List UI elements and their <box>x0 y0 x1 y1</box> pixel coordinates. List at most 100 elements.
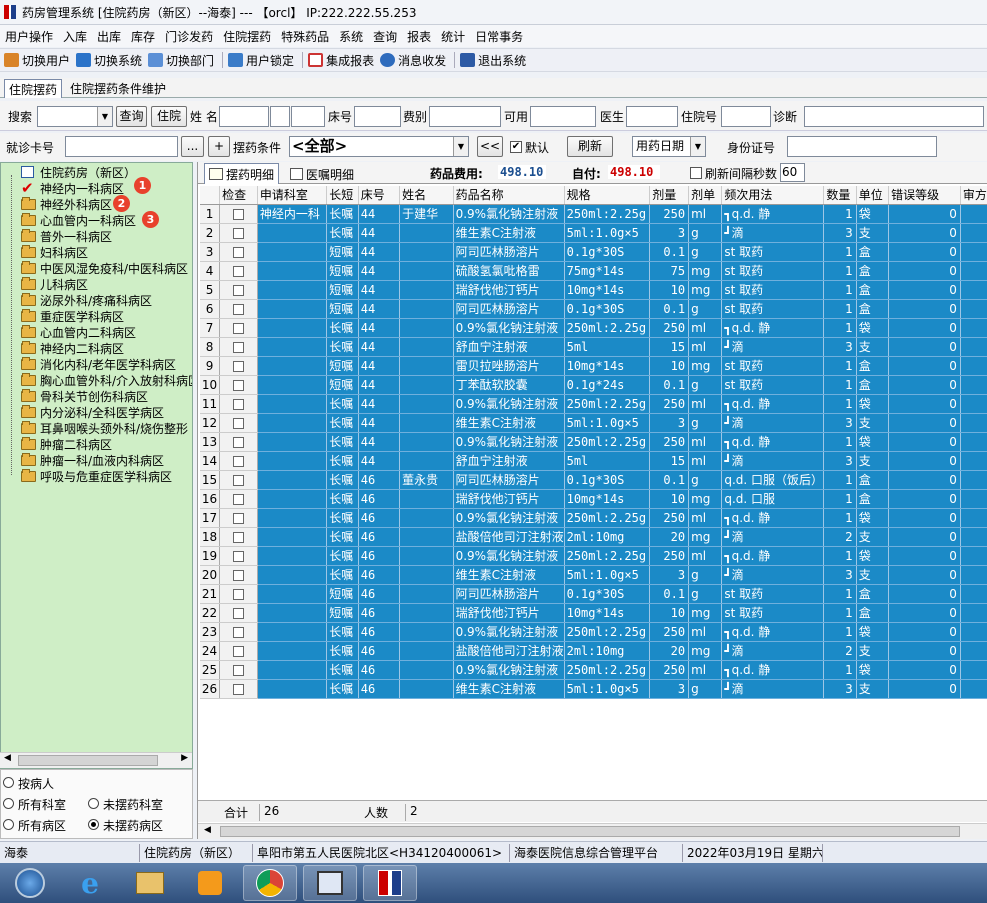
refresh-interval-input[interactable]: 60 <box>780 163 805 182</box>
doctor-input[interactable] <box>626 106 678 127</box>
not-ward-radio[interactable] <box>88 819 99 830</box>
default-checkbox[interactable]: ✔ <box>510 141 522 153</box>
menu-inbound[interactable]: 入库 <box>58 28 92 45</box>
table-row[interactable]: 14 长嘱 44 舒血宁注射液 5ml 15 ml ┛滴 3 支 0 <box>200 451 987 471</box>
table-row[interactable]: 22 短嘱 46 瑞舒伐他汀钙片 10mg*14s 10 mg st 取药 1 盒 0 <box>200 603 987 623</box>
table-row[interactable]: 7 长嘱 44 0.9%氯化钠注射液 250ml:2.25g 250 ml ┓q.d. 静1袋… <box>200 318 987 338</box>
tree-item[interactable]: 胸心血管外科/介入放射科病区 <box>21 372 192 388</box>
message-button[interactable]: 消息收发 <box>380 52 446 69</box>
switch-department-button[interactable]: 切换部门 <box>148 52 214 69</box>
menu-daily-affairs[interactable]: 日常事务 <box>470 28 528 45</box>
row-checkbox[interactable] <box>233 474 245 486</box>
row-checkbox[interactable] <box>233 569 245 581</box>
col-header-dose[interactable]: 剂量 <box>649 186 690 205</box>
scroll-thumb[interactable] <box>18 755 158 766</box>
menu-special-drugs[interactable]: 特殊药品 <box>276 28 334 45</box>
name-input[interactable] <box>219 106 269 127</box>
tab-inpatient-dispense[interactable]: 住院摆药 <box>4 79 63 98</box>
row-checkbox[interactable] <box>233 588 245 600</box>
tree-item[interactable]: 普外一科病区 <box>21 228 112 244</box>
table-row[interactable]: 12 长嘱 44 维生素C注射液 5ml:1.0g×5 3 g ┛滴 3 支 0 <box>200 413 987 433</box>
row-checkbox[interactable] <box>233 246 245 258</box>
table-row[interactable]: 21 短嘱 46 阿司匹林肠溶片 0.1g*30S 0.1 g st 取药 1 盒 0 <box>200 584 987 604</box>
table-row[interactable]: 19 长嘱 46 0.9%氯化钠注射液 250ml:2.25g 250 ml ┓q.d. 静1… <box>200 546 987 566</box>
menu-system[interactable]: 系统 <box>334 28 368 45</box>
date-type-select[interactable]: 用药日期 ▼ <box>632 136 706 157</box>
table-row[interactable]: 3 短嘱 44 阿司匹林肠溶片 0.1g*30S 0.1 g st 取药 1 盒 0 <box>200 242 987 262</box>
table-row[interactable]: 15 长嘱 46 董永贵 阿司匹林肠溶片 0.1g*30S 0.1 g q.d. 口服（饭后） 1… <box>200 470 987 490</box>
tree-item[interactable]: 心血管内一科病区 <box>21 212 136 228</box>
row-checkbox[interactable] <box>233 379 245 391</box>
row-checkbox[interactable] <box>233 208 245 220</box>
row-checkbox[interactable] <box>233 607 245 619</box>
tree-item[interactable]: 内分泌科/全科医学病区 <box>21 404 164 420</box>
table-row[interactable]: 13 长嘱 44 0.9%氯化钠注射液 250ml:2.25g 250 ml ┓q.d. 静1… <box>200 432 987 452</box>
row-checkbox[interactable] <box>233 398 245 410</box>
row-checkbox[interactable] <box>233 550 245 562</box>
menu-statistics[interactable]: 统计 <box>436 28 470 45</box>
condition-select[interactable]: <全部> ▼ <box>289 136 469 157</box>
query-button[interactable]: 查询 <box>116 106 147 127</box>
all-dept-radio[interactable] <box>3 798 14 809</box>
row-checkbox[interactable] <box>233 417 245 429</box>
menu-reports[interactable]: 报表 <box>402 28 436 45</box>
tree-item[interactable]: 消化内科/老年医学科病区 <box>21 356 176 372</box>
tree-item[interactable]: 呼吸与危重症医学科病区 <box>21 468 172 484</box>
row-checkbox[interactable] <box>233 493 245 505</box>
tree-item[interactable]: 心血管内二科病区 <box>21 324 136 340</box>
row-checkbox[interactable] <box>233 436 245 448</box>
col-header-dose-unit[interactable]: 剂单 <box>688 186 723 205</box>
tree-item[interactable]: 泌尿外科/疼痛科病区 <box>21 292 152 308</box>
tree-item[interactable]: 重症医学科病区 <box>21 308 124 324</box>
table-row[interactable]: 24 长嘱 46 盐酸倍他司汀注射液 2ml:10mg 20 mg ┛滴 2 支 0 <box>200 641 987 661</box>
file-explorer-icon[interactable] <box>123 865 177 901</box>
row-checkbox[interactable] <box>233 664 245 676</box>
row-checkbox[interactable] <box>233 265 245 277</box>
idcard-input[interactable] <box>787 136 937 157</box>
tree-item[interactable]: 妇科病区 <box>21 244 88 260</box>
switch-user-button[interactable]: 切换用户 <box>4 52 70 69</box>
fee-type-input[interactable] <box>429 106 501 127</box>
exit-system-button[interactable]: 退出系统 <box>460 52 526 69</box>
col-header-review[interactable]: 审方 <box>960 186 987 205</box>
inpatient-no-input[interactable] <box>721 106 771 127</box>
col-header-drug[interactable]: 药品名称 <box>453 186 565 205</box>
row-checkbox[interactable] <box>233 341 245 353</box>
search-type-dropdown[interactable]: ▼ <box>37 106 113 127</box>
add-condition-button[interactable]: + <box>208 136 230 157</box>
col-header-name[interactable]: 姓名 <box>399 186 454 205</box>
row-checkbox[interactable] <box>233 303 245 315</box>
tab-dispense-detail[interactable]: 摆药明细 <box>204 163 280 184</box>
menu-outbound[interactable]: 出库 <box>92 28 126 45</box>
table-row[interactable]: 2 长嘱 44 维生素C注射液 5ml:1.0g×5 3 g ┛滴 3 支 0 <box>200 223 987 243</box>
media-player-icon[interactable] <box>183 865 237 901</box>
tree-item[interactable]: 神经内二科病区 <box>21 340 124 356</box>
card-lookup-button[interactable]: ... <box>181 136 204 157</box>
scroll-thumb[interactable] <box>220 826 960 837</box>
table-row[interactable]: 1 神经内一科 长嘱 44 于建华 0.9%氯化钠注射液 250ml:2.25g 250 ml ┓… <box>200 204 987 224</box>
menu-user-ops[interactable]: 用户操作 <box>0 28 58 45</box>
row-checkbox[interactable] <box>233 322 245 334</box>
tab-dispense-conditions[interactable]: 住院摆药条件维护 <box>66 79 170 98</box>
col-header-dept[interactable]: 申请科室 <box>257 186 328 205</box>
tree-item[interactable]: 肿瘤二科病区 <box>21 436 112 452</box>
integrated-report-button[interactable]: 集成报表 <box>308 52 374 69</box>
menu-inpatient-dispense[interactable]: 住院摆药 <box>218 28 276 45</box>
tree-item[interactable]: 中医风湿免疫科/中医科病区 <box>21 260 188 276</box>
switch-system-button[interactable]: 切换系统 <box>76 52 142 69</box>
bed-input[interactable] <box>354 106 401 127</box>
table-row[interactable]: 8 长嘱 44 舒血宁注射液 5ml 15 ml ┛滴 3 支 0 <box>200 337 987 357</box>
row-checkbox[interactable] <box>233 512 245 524</box>
table-row[interactable]: 11 长嘱 44 0.9%氯化钠注射液 250ml:2.25g 250 ml ┓q.d. 静1… <box>200 394 987 414</box>
col-header-unit[interactable]: 单位 <box>856 186 890 205</box>
menu-outpatient-dispense[interactable]: 门诊发药 <box>160 28 218 45</box>
table-row[interactable]: 23 长嘱 46 0.9%氯化钠注射液 250ml:2.25g 250 ml ┓q.d. 静1… <box>200 622 987 642</box>
table-row[interactable]: 18 长嘱 46 盐酸倍他司汀注射液 2ml:10mg 20 mg ┛滴 2 支 0 <box>200 527 987 547</box>
name-input-3[interactable] <box>291 106 325 127</box>
tree-root[interactable]: 住院药房（新区） <box>21 164 136 180</box>
start-orb-icon[interactable] <box>3 865 57 901</box>
name-input-2[interactable] <box>270 106 290 127</box>
table-row[interactable]: 5 短嘱 44 瑞舒伐他汀钙片 10mg*14s 10 mg st 取药 1 盒 0 <box>200 280 987 300</box>
refresh-button[interactable]: 刷新 <box>567 136 613 157</box>
table-row[interactable]: 17 长嘱 46 0.9%氯化钠注射液 250ml:2.25g 250 ml ┓q.d. 静1… <box>200 508 987 528</box>
